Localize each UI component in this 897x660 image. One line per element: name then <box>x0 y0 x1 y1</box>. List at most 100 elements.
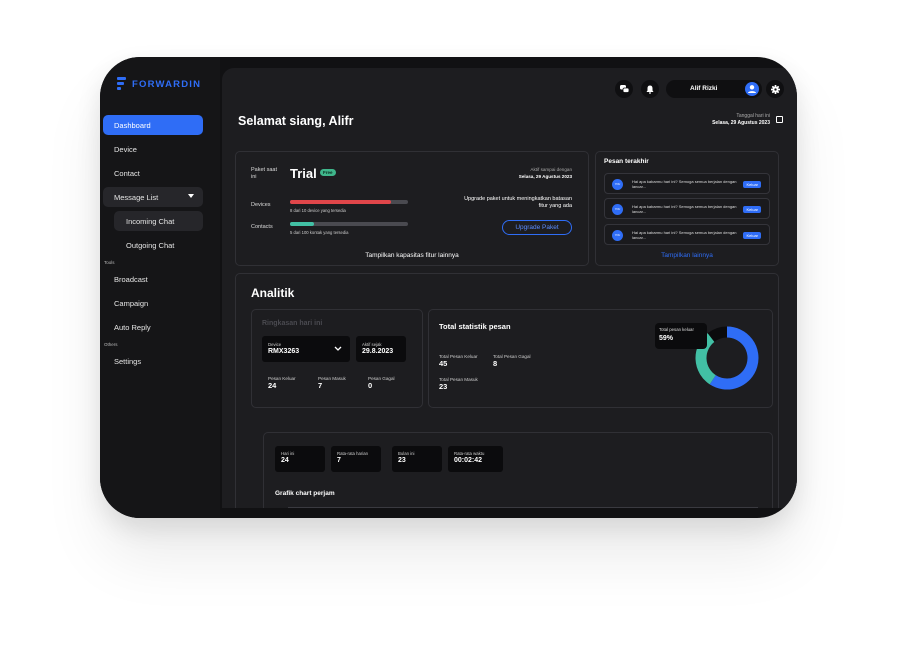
plan-expiry: Aktif sampai dengan Selasa, 29 Agustus 2… <box>462 166 572 180</box>
device-select-value: RMX3263 <box>268 348 300 355</box>
tile-average-time: Rata-rata waktu 00:02:42 <box>448 446 503 472</box>
hourly-chart-title: Grafik chart perjam <box>275 490 335 497</box>
stat-value: 24 <box>268 381 277 390</box>
message-preview: Hai apa kabarmu hari ini? Semoga semua b… <box>632 179 737 189</box>
user-menu[interactable]: Alif Rizki <box>666 80 762 98</box>
tile-today: Hari ini 24 <box>275 446 325 472</box>
tile-value: 23 <box>398 457 406 464</box>
stat-value: 8 <box>493 359 498 368</box>
date-value: Selasa, 29 Agustus 2023 <box>712 120 770 126</box>
sidebar-item-broadcast[interactable]: Broadcast <box>103 269 203 289</box>
section-label-others: Others <box>104 342 118 347</box>
tile-label: Hari ini <box>281 451 295 456</box>
device-frame: FORWARDIN Dashboard Device Contact Messa… <box>100 57 797 518</box>
devices-note: 8 dari 10 device yang tersedia <box>290 208 346 213</box>
plan-card: Paket saat ini Trial Free Aktif sampai d… <box>235 151 589 266</box>
sidebar-item-incoming-chat[interactable]: Incoming Chat <box>114 211 203 231</box>
sidebar-item-label: Broadcast <box>114 274 148 284</box>
brand-logo[interactable]: FORWARDIN <box>117 77 201 91</box>
avatar: YOU <box>612 230 623 241</box>
device-select-label: Device <box>268 342 282 347</box>
contacts-progress-bar <box>290 222 408 226</box>
devices-label: Devices <box>251 202 271 208</box>
sidebar-item-settings[interactable]: Settings <box>103 351 203 371</box>
section-label-tools: Tools <box>104 260 115 265</box>
stat-value: 0 <box>368 381 373 390</box>
main-content: Alif Rizki Selamat siang, Alifr Tanggal … <box>222 68 797 508</box>
status-badge: Keluar <box>743 181 761 188</box>
sidebar-item-label: Contact <box>114 168 140 178</box>
show-more-features-link[interactable]: Tampilkan kapasitas fitur lainnya <box>236 252 588 259</box>
bell-icon[interactable] <box>641 80 659 98</box>
active-since-box: Aktif sejak 29.8.2023 <box>356 336 406 362</box>
show-more-messages-link[interactable]: Tampilkan lainnya <box>596 252 778 259</box>
upgrade-button[interactable]: Upgrade Paket <box>502 220 572 235</box>
contacts-note: 5 dari 100 kontak yang tersedia <box>290 230 349 235</box>
sidebar-item-dashboard[interactable]: Dashboard <box>103 115 203 135</box>
stat-incoming: Pesan Masuk 7 <box>318 376 346 390</box>
active-until: Selasa, 29 Agustus 2023 <box>518 174 572 179</box>
sidebar-item-label: Settings <box>114 356 142 366</box>
status-badge: Keluar <box>743 232 761 239</box>
avatar: YOU <box>612 179 623 190</box>
tile-value: 00:02:42 <box>454 457 483 464</box>
tile-label: Bulan ini <box>398 451 415 456</box>
sidebar-item-auto-reply[interactable]: Auto Reply <box>103 317 203 337</box>
stat-label: Pesan Masuk <box>318 376 346 381</box>
analytics-card: Analitik Ringkasan hari ini Device RMX32… <box>235 273 779 508</box>
status-badge: Keluar <box>743 206 761 213</box>
sidebar-item-outgoing-chat[interactable]: Outgoing Chat <box>114 235 203 255</box>
tile-value: 7 <box>337 457 341 464</box>
user-icon <box>745 82 759 96</box>
total-stat-failed: Total Pesan Gagal 8 <box>493 354 531 368</box>
tile-this-month: Bulan ini 23 <box>392 446 442 472</box>
hourly-section: Hari ini 24 Rata-rata harian 7 Bulan ini… <box>263 432 773 508</box>
tile-label: Rata-rata waktu <box>454 451 485 456</box>
gear-icon[interactable] <box>766 80 784 98</box>
chat-icon[interactable] <box>615 80 633 98</box>
active-label: Aktif sampai dengan <box>530 167 572 172</box>
stat-failed: Pesan Gagal 0 <box>368 376 395 390</box>
donut-slice-total-pesan-keluar <box>709 326 759 390</box>
brand-name: FORWARDIN <box>132 78 202 90</box>
message-preview: Hai apa kabarmu hari ini? Semoga semua b… <box>632 230 737 240</box>
message-item[interactable]: YOU Hai apa kabarmu hari ini? Semoga sem… <box>604 224 770 245</box>
message-item[interactable]: YOU Hai apa kabarmu hari ini? Semoga sem… <box>604 198 770 219</box>
sidebar: FORWARDIN Dashboard Device Contact Messa… <box>100 57 220 518</box>
tile-label: Rata-rata harian <box>337 451 369 456</box>
sidebar-item-contact[interactable]: Contact <box>103 163 203 183</box>
calendar-icon[interactable] <box>776 116 783 123</box>
upgrade-text: Upgrade paket untuk meningkatkan batasan… <box>464 196 572 209</box>
chevron-down-icon <box>334 346 342 351</box>
total-stats-title: Total statistik pesan <box>439 322 511 331</box>
stat-value: 23 <box>439 382 448 391</box>
user-name: Alif Rizki <box>690 85 718 92</box>
tile-daily-average: Rata-rata harian 7 <box>331 446 381 472</box>
sidebar-item-label: Dashboard <box>114 120 151 130</box>
sidebar-item-label: Incoming Chat <box>126 216 175 226</box>
analytics-title: Analitik <box>251 286 295 300</box>
tile-value: 24 <box>281 457 289 464</box>
stat-outgoing: Pesan Keluar 24 <box>268 376 296 390</box>
sidebar-item-label: Campaign <box>114 298 149 308</box>
sidebar-item-message-list[interactable]: Message List <box>103 187 203 207</box>
tooltip-value: 59% <box>659 335 674 342</box>
sidebar-item-campaign[interactable]: Campaign <box>103 293 203 313</box>
devices-progress-bar <box>290 200 408 204</box>
avatar: YOU <box>612 204 623 215</box>
active-since-value: 29.8.2023 <box>362 348 394 355</box>
stat-label: Total Pesan Gagal <box>493 354 531 359</box>
message-item[interactable]: YOU Hai apa kabarmu hari ini? Semoga sem… <box>604 173 770 194</box>
stat-value: 7 <box>318 381 323 390</box>
recent-messages-title: Pesan terakhir <box>604 158 649 165</box>
devices-progress-fill <box>290 200 392 204</box>
message-preview: Hai apa kabarmu hari ini? Semoga semua b… <box>632 204 737 214</box>
device-select[interactable]: Device RMX3263 <box>262 336 350 362</box>
stat-value: 45 <box>439 359 448 368</box>
total-stat-outgoing: Total Pesan Keluar 45 <box>439 354 478 368</box>
sidebar-item-device[interactable]: Device <box>103 139 203 159</box>
sidebar-item-label: Auto Reply <box>114 322 151 332</box>
total-stats-card: Total statistik pesan Total Pesan Keluar… <box>428 309 773 408</box>
recent-messages-card: Pesan terakhir YOU Hai apa kabarmu hari … <box>595 151 779 266</box>
summary-today-card: Ringkasan hari ini Device RMX3263 Aktif … <box>251 309 423 408</box>
